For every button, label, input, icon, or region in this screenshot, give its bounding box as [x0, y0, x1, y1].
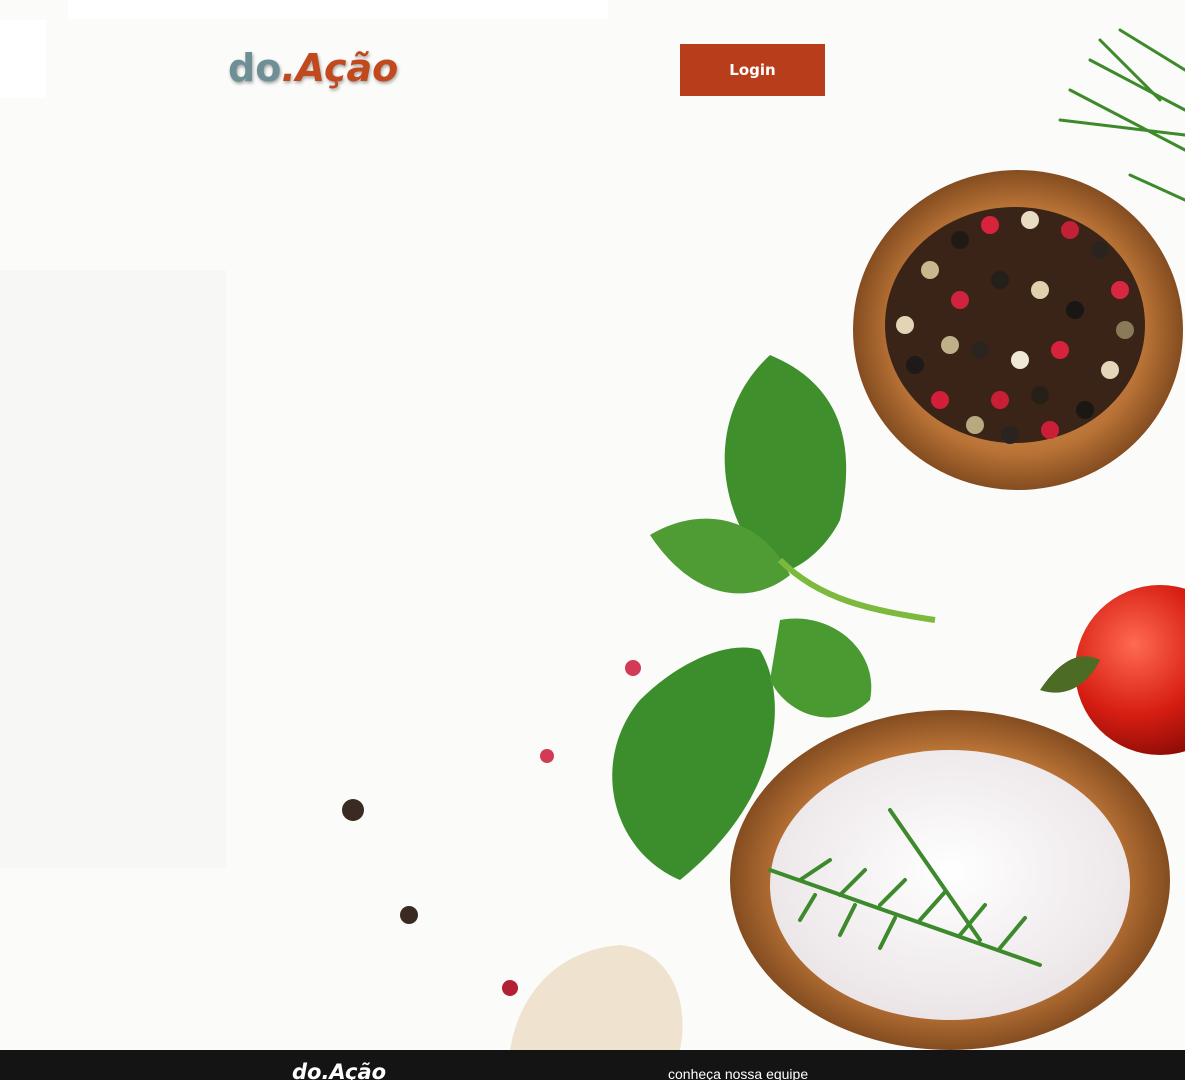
footer-logo[interactable]: do.Ação — [292, 1060, 386, 1080]
hero-section: do.Ação Login — [0, 0, 1185, 1050]
logo-part-do: do — [228, 46, 282, 90]
site-logo[interactable]: do.Ação — [228, 46, 398, 90]
footer: do.Ação conheça nossa equipe — [0, 1050, 1185, 1080]
team-link[interactable]: conheça nossa equipe — [668, 1066, 808, 1080]
logo-part-acao: .Ação — [281, 46, 399, 90]
food-spices-photo — [342, 28, 1185, 1050]
login-button[interactable]: Login — [680, 44, 825, 96]
